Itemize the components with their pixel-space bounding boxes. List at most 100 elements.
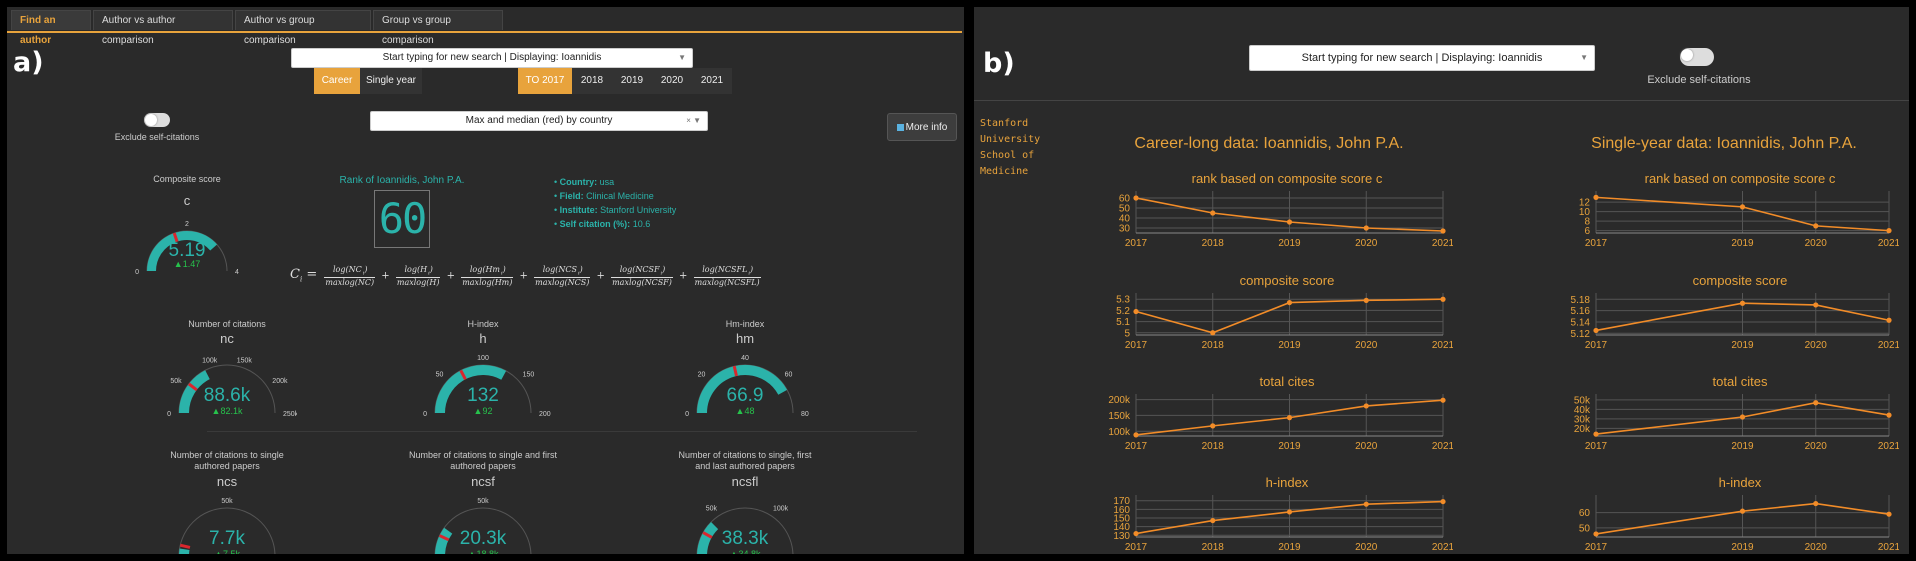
- chart-title: rank based on composite score c: [1644, 171, 1836, 186]
- gauge-tick-label: 2: [185, 221, 189, 228]
- data-point[interactable]: [1813, 302, 1819, 308]
- career-button[interactable]: Career: [314, 68, 360, 94]
- x-tick-label: 2020: [1805, 340, 1828, 351]
- data-point[interactable]: [1286, 509, 1293, 515]
- x-tick-label: 2020: [1355, 441, 1378, 452]
- data-point[interactable]: [1133, 432, 1139, 438]
- exclude-label: Exclude self-citations: [114, 132, 200, 142]
- data-point[interactable]: [1813, 400, 1819, 406]
- x-tick-label: 2017: [1585, 441, 1608, 452]
- data-point[interactable]: [1133, 530, 1139, 537]
- data-point[interactable]: [1363, 501, 1369, 507]
- y-tick-label: 10: [1579, 207, 1591, 218]
- exclude-self-citations-toggle[interactable]: [144, 113, 170, 127]
- tab-find-author[interactable]: Find an author: [11, 10, 91, 46]
- data-point[interactable]: [1440, 397, 1446, 403]
- y-tick-label: 20k: [1574, 424, 1591, 435]
- data-point[interactable]: [1593, 194, 1599, 200]
- data-point[interactable]: [1133, 195, 1139, 201]
- x-tick-label: 2020: [1805, 441, 1828, 452]
- data-point[interactable]: [1363, 403, 1369, 409]
- author-search-select[interactable]: Start typing for new search | Displaying…: [291, 48, 693, 68]
- exclude-self-citations-toggle[interactable]: [1680, 48, 1714, 66]
- data-point[interactable]: [1363, 225, 1369, 231]
- tab-author-vs-author[interactable]: Author vs author comparison: [93, 10, 233, 46]
- x-tick-label: 2017: [1125, 340, 1148, 351]
- chart-title: composite score: [1692, 273, 1788, 288]
- data-point[interactable]: [1886, 412, 1892, 418]
- chart-title: composite score: [1239, 273, 1335, 288]
- data-point[interactable]: [1133, 308, 1139, 315]
- single-year-button[interactable]: Single year: [360, 68, 422, 94]
- gauge-value: 88.6k: [203, 385, 251, 406]
- author-search-select[interactable]: Start typing for new search | Displaying…: [1249, 45, 1595, 71]
- data-point[interactable]: [1593, 327, 1599, 334]
- more-info-button[interactable]: More info: [887, 113, 957, 141]
- data-point[interactable]: [1440, 228, 1446, 234]
- exclude-label: Exclude self-citations: [1647, 74, 1751, 86]
- x-tick-label: 2021: [1878, 441, 1899, 452]
- data-point[interactable]: [1286, 415, 1293, 421]
- chevron-down-icon: ▼: [678, 53, 686, 62]
- x-tick-label: 2021: [1432, 542, 1453, 553]
- tab-bar: Find an author Author vs author comparis…: [7, 7, 962, 46]
- gauge-fill: [179, 548, 190, 554]
- x-tick-label: 2018: [1202, 441, 1225, 452]
- y-tick-label: 170: [1113, 496, 1130, 507]
- rank-display: 60: [374, 190, 430, 248]
- data-point[interactable]: [1813, 500, 1819, 507]
- data-point[interactable]: [1886, 511, 1892, 517]
- info-institute: • Institute: Stanford University: [554, 205, 677, 215]
- data-point[interactable]: [1739, 300, 1746, 306]
- chart-title: total cites: [1712, 374, 1768, 389]
- y-tick-label: 12: [1579, 198, 1591, 209]
- formula-plus: +: [516, 270, 532, 282]
- x-tick-label: 2017: [1585, 238, 1608, 249]
- data-point[interactable]: [1363, 297, 1369, 303]
- more-info-label: More info: [905, 122, 948, 133]
- tab-author-vs-group[interactable]: Author vs group comparison: [235, 10, 371, 46]
- gauge-delta: ▲18.8k: [467, 549, 499, 554]
- year-button-2020[interactable]: 2020: [652, 68, 692, 94]
- line-chart: 2017 2018 2019 2020 2021130140150160170: [1113, 495, 1453, 553]
- year-button-2019[interactable]: 2019: [612, 68, 652, 94]
- data-point[interactable]: [1210, 423, 1216, 429]
- formula-term: log(Hmi) maxlog(Hm): [461, 265, 514, 287]
- formula-term: log(NCSi) maxlog(NCS): [534, 265, 591, 287]
- career-column-title: Career-long data: Ioannidis, John P.A.: [1134, 135, 1404, 152]
- data-point[interactable]: [1739, 508, 1746, 514]
- single-column-title: Single-year data: Ioannidis, John P.A.: [1591, 135, 1857, 152]
- data-point[interactable]: [1813, 223, 1819, 229]
- x-tick-label: 2021: [1878, 238, 1899, 249]
- data-point[interactable]: [1286, 299, 1293, 306]
- year-button-2021[interactable]: 2021: [692, 68, 732, 94]
- data-point[interactable]: [1739, 414, 1746, 420]
- year-button-2018[interactable]: 2018: [572, 68, 612, 94]
- formula-term: log(NCSFi) maxlog(NCSF): [611, 265, 673, 287]
- data-point[interactable]: [1739, 204, 1746, 210]
- data-point[interactable]: [1286, 219, 1293, 225]
- data-point[interactable]: [1886, 317, 1892, 323]
- data-point[interactable]: [1210, 210, 1216, 216]
- tab-group-vs-group[interactable]: Group vs group comparison: [373, 10, 503, 46]
- data-point[interactable]: [1593, 531, 1599, 537]
- gauge-tick-label: 250k: [283, 411, 297, 418]
- data-point[interactable]: [1210, 330, 1216, 336]
- line-chart: 2017 2018 2019 2020 2021 100k 150k 200k: [1108, 394, 1453, 452]
- composite-delta: ▲1.47: [173, 259, 201, 269]
- x-tick-label: 2019: [1278, 542, 1301, 553]
- country-select[interactable]: Max and median (red) by country × ▼: [370, 111, 708, 131]
- chevron-down-icon: × ▼: [686, 116, 701, 125]
- panel-b: b) Start typing for new search | Display…: [974, 7, 1909, 554]
- data-point[interactable]: [1440, 296, 1446, 302]
- data-point[interactable]: [1210, 517, 1216, 524]
- data-point[interactable]: [1440, 498, 1446, 505]
- x-tick-label: 2017: [1125, 542, 1148, 553]
- x-tick-label: 2019: [1731, 340, 1754, 351]
- data-point[interactable]: [1886, 228, 1892, 234]
- chart-title: rank based on composite score c: [1191, 171, 1383, 186]
- year-button-2017[interactable]: TO 2017: [518, 68, 572, 94]
- data-point[interactable]: [1593, 431, 1599, 437]
- x-tick-label: 2020: [1805, 238, 1828, 249]
- rank-value: 60: [378, 194, 428, 243]
